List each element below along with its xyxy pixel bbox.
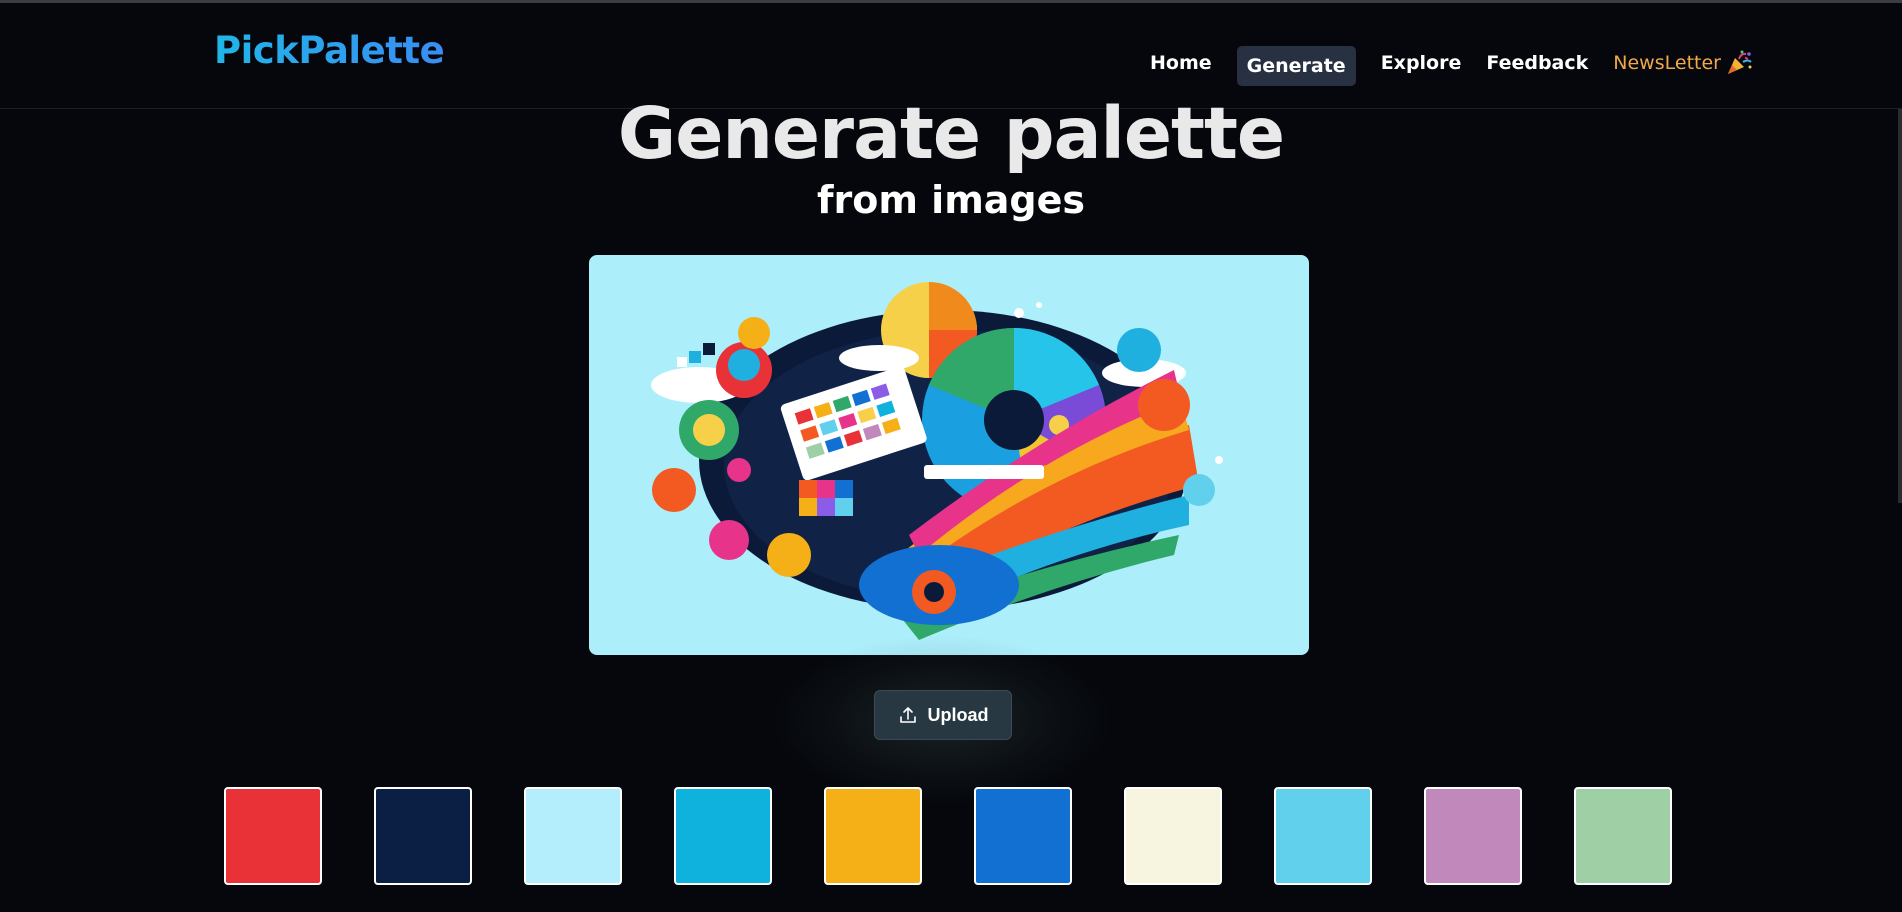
upload-button[interactable]: Upload [874, 690, 1012, 740]
nav-item-feedback[interactable]: Feedback [1486, 52, 1588, 74]
color-swatch-3[interactable] [524, 787, 622, 885]
page-subtitle: from images [816, 178, 1086, 222]
color-swatch-5[interactable] [824, 787, 922, 885]
palette-illustration [651, 282, 1223, 640]
party-popper-icon [1725, 50, 1753, 76]
color-swatch-10[interactable] [1574, 787, 1672, 885]
main-nav: Home Generate Explore Feedback NewsLette… [1150, 41, 1753, 86]
color-swatch-2[interactable] [374, 787, 472, 885]
color-swatch-6[interactable] [974, 787, 1072, 885]
color-swatch-4[interactable] [674, 787, 772, 885]
nav-item-newsletter-label: NewsLetter [1613, 52, 1721, 74]
nav-item-newsletter[interactable]: NewsLetter [1613, 50, 1753, 76]
color-swatch-9[interactable] [1424, 787, 1522, 885]
page: PickPalette Home Generate Explore Feedba… [0, 0, 1902, 912]
color-swatch-8[interactable] [1274, 787, 1372, 885]
color-swatch-7[interactable] [1124, 787, 1222, 885]
brand-logo[interactable]: PickPalette [214, 29, 445, 72]
page-title: Generate palette [617, 92, 1285, 175]
upload-icon [899, 707, 916, 723]
nav-item-generate[interactable]: Generate [1236, 46, 1356, 86]
uploaded-image-preview [589, 255, 1309, 655]
upload-button-label: Upload [927, 704, 989, 725]
nav-item-home[interactable]: Home [1150, 52, 1212, 74]
color-palette [224, 787, 1676, 887]
nav-item-explore[interactable]: Explore [1381, 52, 1462, 74]
color-swatch-1[interactable] [224, 787, 322, 885]
